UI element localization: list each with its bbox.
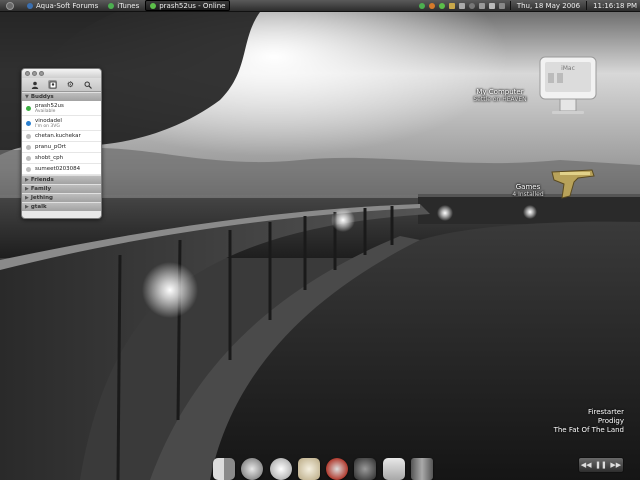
task-label: Aqua-Soft Forums <box>36 1 99 10</box>
buddy-name: vinodadel <box>35 117 62 124</box>
status-available-icon <box>26 105 31 111</box>
network-icon[interactable] <box>418 2 425 9</box>
group-buddys[interactable]: ▼ Buddys <box>22 92 101 101</box>
buddy-name: sumeet0203084 <box>35 166 81 172</box>
status-offline-icon <box>26 133 31 139</box>
safari-compass-icon[interactable] <box>241 458 264 480</box>
buddy-name: prash52us <box>35 102 64 109</box>
dashboard-icon[interactable] <box>468 2 475 9</box>
system-tray: Thu, 18 May 2006 11:16:18 PM <box>417 0 640 11</box>
finder-icon[interactable] <box>213 458 235 480</box>
status-offline-icon <box>26 144 31 150</box>
minimize-button[interactable] <box>32 71 37 76</box>
buddy-status: I'm on 3VG <box>35 123 60 129</box>
folder-icon[interactable] <box>448 2 455 9</box>
my-computer-label[interactable]: My Computer Settle on HEAVEN <box>450 88 550 104</box>
phone-icon[interactable] <box>478 2 485 9</box>
buddy-row[interactable]: pranu_pOrt <box>22 142 101 153</box>
my-computer-icon[interactable]: iMac <box>538 55 598 115</box>
task-label: iTunes <box>117 1 140 10</box>
buddies-tab-icon[interactable] <box>30 80 39 89</box>
gnome-menu-icon <box>6 1 14 10</box>
clock-time[interactable]: 11:16:18 PM <box>590 2 640 10</box>
group-label: Family <box>30 186 52 192</box>
search-icon[interactable] <box>84 80 93 89</box>
battery-icon[interactable] <box>498 2 505 9</box>
ichat-icon[interactable] <box>269 458 292 480</box>
apple-icon[interactable] <box>382 458 405 480</box>
browser-icon <box>27 2 33 9</box>
expand-triangle-icon: ▶ <box>25 177 29 183</box>
task-label: prash52us - Online <box>159 1 226 10</box>
next-track-icon[interactable]: ▶▶ <box>610 461 621 469</box>
status-offline-icon <box>26 166 31 172</box>
buddy-row[interactable]: chetan.kuchekar <box>22 131 101 142</box>
profile-tab-icon[interactable] <box>48 80 58 89</box>
games-subtitle: 4 Installed <box>512 191 544 198</box>
terminal-icon[interactable] <box>354 458 377 480</box>
previous-track-icon[interactable]: ◀◀ <box>581 461 592 469</box>
trash-icon[interactable] <box>410 458 433 480</box>
now-playing-artist: Firestarter <box>588 408 624 416</box>
buddy-row[interactable]: shobt_cph <box>22 153 101 164</box>
messenger-icon <box>150 2 157 9</box>
group-friends[interactable]: ▶ Friends <box>22 175 101 184</box>
buddy-row[interactable]: vinodadel I'm on 3VG <box>22 116 101 131</box>
buddy-name: chetan.kuchekar <box>35 133 81 139</box>
close-button[interactable] <box>25 71 30 76</box>
task-aqua-soft-forums[interactable]: Aqua-Soft Forums <box>23 1 102 10</box>
media-controls: ◀◀ ❚❚ ▶▶ <box>578 457 624 473</box>
buddy-name: shobt_cph <box>35 155 64 161</box>
group-jething[interactable]: ▶ Jething <box>22 193 101 202</box>
group-label: Friends <box>30 177 54 183</box>
buddy-list-window: ⚙ ▼ Buddys prash52us Available vinodadel… <box>21 68 102 219</box>
games-title: Games <box>515 183 541 191</box>
computer-title: My Computer <box>476 88 524 96</box>
group-gtalk[interactable]: ▶ gtalk <box>22 202 101 211</box>
imac-icon <box>539 56 597 114</box>
computer-icon-label: iMac <box>561 65 575 72</box>
expand-triangle-icon: ▶ <box>25 195 29 201</box>
clock-date[interactable]: Thu, 18 May 2006 <box>514 2 583 10</box>
task-messenger[interactable]: prash52us - Online <box>145 0 231 11</box>
expand-triangle-icon: ▶ <box>25 186 29 192</box>
task-itunes[interactable]: iTunes <box>104 1 143 10</box>
group-label: gtalk <box>30 204 47 210</box>
group-family[interactable]: ▶ Family <box>22 184 101 193</box>
buddy-toolbar: ⚙ <box>22 78 101 92</box>
top-panel: Aqua-Soft Forums iTunes prash52us - Onli… <box>0 0 640 12</box>
messenger-tray-icon[interactable] <box>438 2 445 9</box>
group-label: Buddys <box>30 94 54 100</box>
status-away-icon <box>26 120 31 126</box>
settings-gear-icon[interactable]: ⚙ <box>66 80 75 89</box>
buddy-status: Available <box>35 108 56 114</box>
now-playing-track: The Fat Of The Land <box>553 426 624 434</box>
buddy-row[interactable]: prash52us Available <box>22 101 101 116</box>
computer-subtitle: Settle on HEAVEN <box>473 96 527 103</box>
firefox-icon[interactable] <box>428 2 435 9</box>
collapse-triangle-icon: ▼ <box>25 94 29 100</box>
window-titlebar[interactable] <box>22 69 101 78</box>
speaker-icon[interactable] <box>458 2 465 9</box>
now-playing-widget: Firestarter Prodigy The Fat Of The Land <box>554 408 624 435</box>
clock-icon[interactable] <box>326 458 349 480</box>
dock <box>213 452 433 480</box>
expand-triangle-icon: ▶ <box>25 204 29 210</box>
pause-icon[interactable]: ❚❚ <box>595 461 607 469</box>
itunes-icon <box>108 2 115 9</box>
buddy-name: pranu_pOrt <box>35 144 67 150</box>
buddy-row[interactable]: sumeet0203084 <box>22 164 101 175</box>
menu-button[interactable] <box>2 1 21 10</box>
group-label: Jething <box>30 195 53 201</box>
tray-divider <box>509 1 511 10</box>
now-playing-album: Prodigy <box>597 417 624 425</box>
zoom-button[interactable] <box>39 71 44 76</box>
tray-divider <box>586 1 588 10</box>
status-offline-icon <box>26 155 31 161</box>
volume-icon[interactable] <box>488 2 495 9</box>
pidgin-icon[interactable] <box>297 458 320 480</box>
games-label[interactable]: Games 4 Installed <box>500 183 556 199</box>
